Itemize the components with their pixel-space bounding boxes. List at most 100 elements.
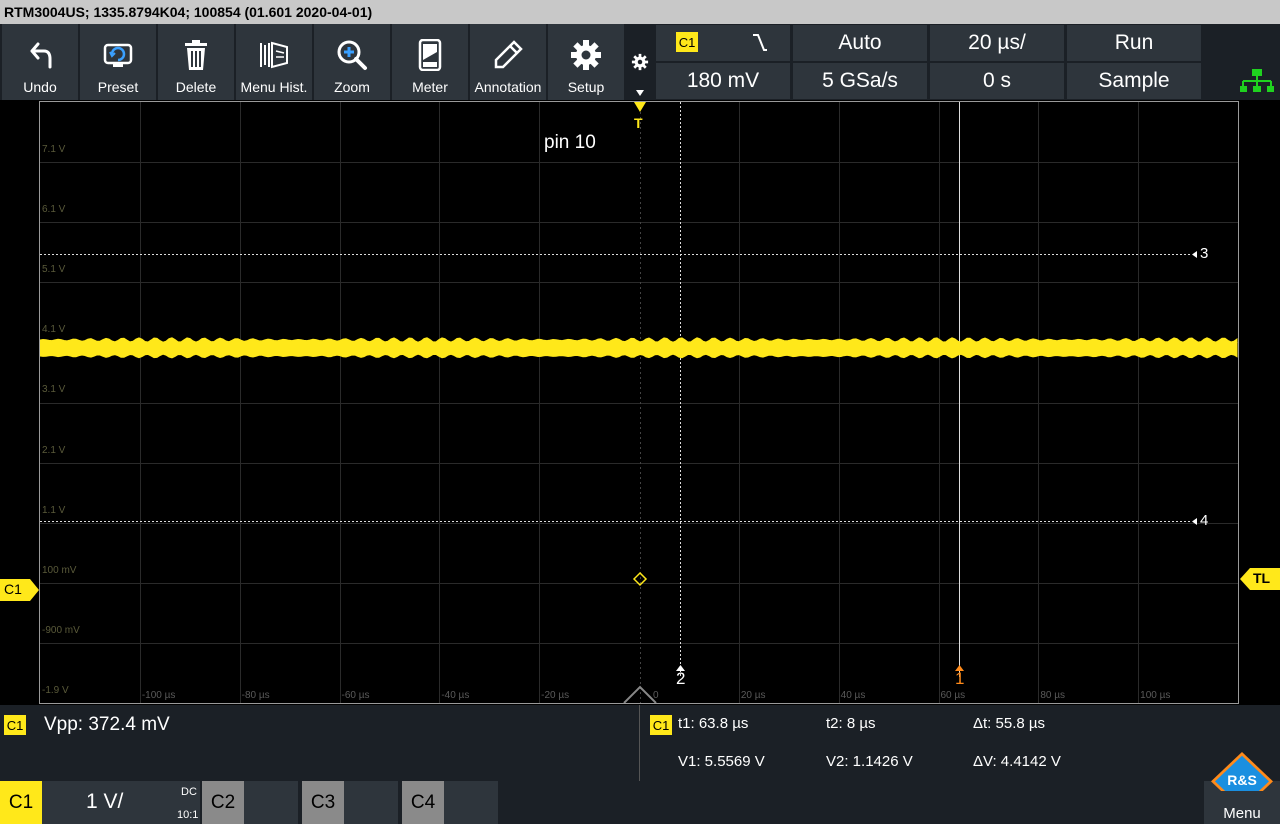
ch1-offset-label: C1 (4, 581, 22, 597)
time-label: -60 µs (341, 690, 370, 701)
measure-channel-badge: C1 (4, 715, 26, 735)
trigger-level[interactable]: 180 mV (656, 63, 790, 99)
volt-label: 1.1 V (42, 504, 66, 516)
volt-label: -1.9 V (42, 684, 69, 696)
trigger-level-label: TL (1253, 570, 1271, 586)
volt-label: 4.1 V (42, 324, 66, 336)
time-label: 60 µs (940, 690, 966, 701)
waveform-display[interactable]: pin 10 T 3 4 2 1 7.1 V 6.1 V 5.1 V 4.1 V 3.1… (39, 101, 1239, 704)
acquisition-mode[interactable]: Sample (1067, 63, 1201, 99)
undo-label: Undo (23, 79, 57, 95)
cursor-channel-badge: C1 (650, 715, 672, 735)
trigger-source-badge: C1 (676, 32, 698, 52)
channel-1-probe: 10:1 (177, 809, 199, 821)
cursor-3-arrow (1192, 251, 1197, 258)
trigger-source-panel[interactable]: C1 (656, 25, 790, 61)
delta-v-readout: ΔV: 4.4142 V (973, 753, 1061, 770)
trash-icon (185, 40, 207, 70)
t2-readout: t2: 8 µs (826, 715, 876, 732)
time-label: -20 µs (541, 690, 570, 701)
small-gear-icon (631, 53, 649, 71)
toolbar-settings-button[interactable] (626, 24, 654, 100)
channel-1-label: C1 (0, 781, 42, 824)
time-label: -80 µs (241, 690, 270, 701)
undo-icon (30, 42, 52, 69)
window-title: RTM3004US; 1335.8794K04; 100854 (01.601 … (0, 0, 1280, 24)
v1-readout: V1: 5.5569 V (678, 753, 765, 770)
meter-icon (418, 39, 442, 71)
time-label: -40 µs (441, 690, 470, 701)
preset-button[interactable]: Preset (80, 24, 156, 100)
channel-4-label: C4 (402, 781, 444, 824)
channel-3-label: C3 (302, 781, 344, 824)
channel-2-box[interactable]: C2 (202, 781, 298, 824)
meter-button[interactable]: Meter (392, 24, 468, 100)
volt-label: 7.1 V (42, 144, 66, 155)
volt-label: 100 mV (42, 564, 77, 576)
cursor-4-label: 4 (1200, 512, 1209, 529)
volt-label: 3.1 V (42, 384, 66, 396)
channel-1-scale: 1 V/ (86, 790, 124, 813)
annotation-label: Annotation (474, 79, 542, 95)
time-label: 80 µs (1040, 690, 1065, 701)
ch1-waveform (40, 337, 1238, 359)
volt-label: 2.1 V (42, 444, 66, 456)
channel-3-box[interactable]: C3 (302, 781, 398, 824)
vpp-measurement[interactable]: Vpp: 372.4 mV (44, 714, 170, 736)
waveform-annotation[interactable]: pin 10 (544, 132, 596, 154)
menu-hist-button[interactable]: Menu Hist. (236, 24, 312, 100)
time-label: -100 µs (141, 690, 176, 701)
delete-button[interactable]: Delete (158, 24, 234, 100)
delta-t-readout: Δt: 55.8 µs (973, 715, 1046, 732)
time-label: 40 µs (840, 690, 866, 701)
measurement-panel: C1 Vpp: 372.4 mV C1 t1: 63.8 µs t2: 8 µs… (0, 705, 1280, 781)
preset-icon (103, 43, 133, 67)
menu-button[interactable]: R&S Menu (1204, 751, 1280, 824)
graticule (40, 102, 1238, 703)
panel-divider (639, 705, 640, 781)
menu-label: Menu (1223, 805, 1261, 822)
trigger-marker-label: T (634, 115, 643, 131)
channel-1-coupling: DC (181, 786, 197, 798)
time-label: 100 µs (1140, 690, 1171, 701)
horizontal-position[interactable]: 0 s (930, 63, 1064, 99)
annotation-button[interactable]: Annotation (470, 24, 546, 100)
volt-label: 6.1 V (42, 204, 66, 216)
setup-button[interactable]: Setup (548, 24, 624, 100)
preset-label: Preset (97, 79, 139, 95)
dropdown-arrow-icon (636, 90, 644, 96)
timebase-scale[interactable]: 20 µs/ (930, 25, 1064, 61)
channel-bar: C1 1 V/ DC 10:1 C2 C3 C4 R&S Menu (0, 751, 1280, 824)
lan-connection-icon (1240, 69, 1274, 92)
t1-readout: t1: 63.8 µs (678, 715, 749, 732)
channel-2-label: C2 (202, 781, 244, 824)
falling-edge-icon (753, 34, 767, 51)
menu-history-icon (260, 41, 288, 69)
cursor-3-label: 3 (1200, 245, 1209, 262)
zoom-button[interactable]: Zoom (314, 24, 390, 100)
cursor-2-label: 2 (676, 669, 686, 688)
toolbar: Undo Preset Delete Menu Hist. Zoom Meter… (0, 24, 1280, 100)
v2-readout: V2: 1.1426 V (826, 753, 913, 770)
volt-label: 5.1 V (42, 264, 66, 276)
cursor-1-label: 1 (955, 669, 965, 688)
time-reference-marker (623, 685, 657, 703)
menu-hist-label: Menu Hist. (240, 79, 308, 95)
channel-1-box[interactable]: C1 1 V/ DC 10:1 (0, 781, 200, 824)
meter-label: Meter (412, 79, 448, 95)
gear-icon (571, 40, 601, 70)
rs-logo-text: R&S (1227, 772, 1257, 788)
zoom-label: Zoom (334, 79, 370, 95)
pencil-icon (494, 40, 523, 69)
zoom-icon (337, 40, 367, 70)
trigger-mode[interactable]: Auto (793, 25, 927, 61)
setup-label: Setup (567, 79, 605, 95)
time-label: 0 (653, 690, 659, 701)
volt-label: -900 mV (42, 624, 80, 636)
undo-button[interactable]: Undo (2, 24, 78, 100)
trigger-position-marker[interactable] (634, 102, 646, 112)
channel-4-box[interactable]: C4 (402, 781, 498, 824)
sample-rate[interactable]: 5 GSa/s (793, 63, 927, 99)
run-state[interactable]: Run (1067, 25, 1201, 61)
delete-label: Delete (175, 79, 217, 95)
